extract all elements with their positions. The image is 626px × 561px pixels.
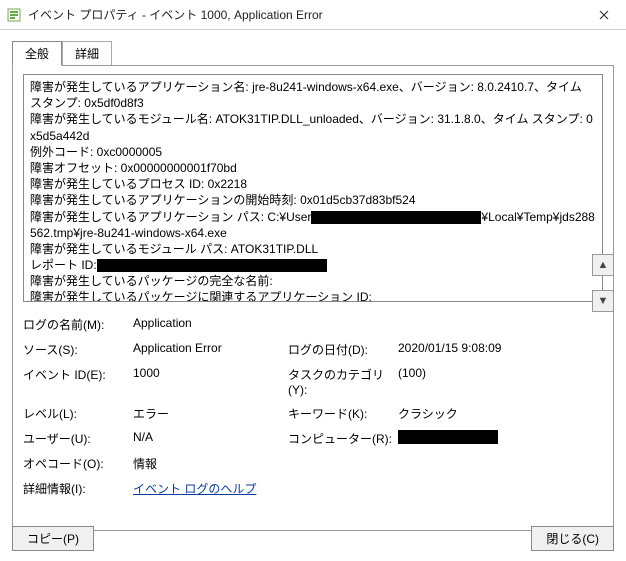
date-value: 2020/01/15 9:08:09	[398, 341, 548, 358]
taskcat-label: タスクのカテゴリ(Y):	[288, 366, 398, 397]
tab-general[interactable]: 全般	[12, 41, 62, 66]
desc-line: 障害オフセット: 0x00000000001f70bd	[30, 160, 596, 176]
level-value: エラー	[133, 405, 288, 422]
log-name-value: Application	[133, 316, 288, 333]
desc-line: 例外コード: 0xc0000005	[30, 144, 596, 160]
computer-label: コンピューター(R):	[288, 430, 398, 447]
nav-arrows: ▲ ▼	[592, 254, 614, 312]
desc-line: 障害が発生しているアプリケーション名: jre-8u241-windows-x6…	[30, 79, 596, 111]
desc-line: 障害が発生しているパッケージに関連するアプリケーション ID:	[30, 289, 596, 302]
user-value: N/A	[133, 430, 288, 447]
desc-line: 障害が発生しているアプリケーション パス: C:¥User¥Local¥Temp…	[30, 209, 596, 241]
desc-text: 障害が発生しているアプリケーション パス: C:¥User	[30, 210, 311, 224]
keywords-value: クラシック	[398, 405, 548, 422]
opcode-label: オペコード(O):	[23, 455, 133, 472]
source-label: ソース(S):	[23, 341, 133, 358]
properties-grid: ログの名前(M): Application ソース(S): Applicatio…	[23, 316, 603, 497]
arrow-down-icon: ▼	[598, 295, 609, 307]
event-description-box[interactable]: 障害が発生しているアプリケーション名: jre-8u241-windows-x6…	[23, 74, 603, 302]
copy-button[interactable]: コピー(P)	[12, 526, 94, 551]
app-icon	[6, 7, 22, 23]
eventid-label: イベント ID(E):	[23, 366, 133, 397]
close-button[interactable]: 閉じる(C)	[531, 526, 614, 551]
dialog-button-row: コピー(P) 閉じる(C)	[12, 526, 614, 551]
titlebar: イベント プロパティ - イベント 1000, Application Erro…	[0, 0, 626, 30]
next-event-button[interactable]: ▼	[592, 290, 614, 312]
date-label: ログの日付(D):	[288, 341, 398, 358]
log-name-label: ログの名前(M):	[23, 316, 133, 333]
eventlog-help-link[interactable]: イベント ログのヘルプ	[133, 480, 288, 497]
tab-details[interactable]: 詳細	[62, 41, 112, 66]
desc-line: 障害が発生しているモジュール パス: ATOK31TIP.DLL	[30, 241, 596, 257]
window-close-button[interactable]	[581, 0, 626, 30]
desc-line: 障害が発生しているパッケージの完全な名前:	[30, 273, 596, 289]
taskcat-value: (100)	[398, 366, 548, 397]
redacted-reportid	[97, 259, 327, 272]
opcode-value: 情報	[133, 455, 288, 472]
desc-line: 障害が発生しているモジュール名: ATOK31TIP.DLL_unloaded、…	[30, 111, 596, 143]
redacted-path	[311, 211, 481, 224]
redacted-computer	[398, 430, 498, 444]
tab-body: 障害が発生しているアプリケーション名: jre-8u241-windows-x6…	[12, 65, 614, 531]
eventid-value: 1000	[133, 366, 288, 397]
source-value: Application Error	[133, 341, 288, 358]
desc-text: レポート ID:	[30, 258, 97, 272]
moreinfo-label: 詳細情報(I):	[23, 480, 133, 497]
desc-line: 障害が発生しているアプリケーションの開始時刻: 0x01d5cb37d83bf5…	[30, 192, 596, 208]
user-label: ユーザー(U):	[23, 430, 133, 447]
prev-event-button[interactable]: ▲	[592, 254, 614, 276]
level-label: レベル(L):	[23, 405, 133, 422]
desc-line: レポート ID:	[30, 257, 596, 273]
tab-row: 全般 詳細	[0, 30, 626, 65]
arrow-up-icon: ▲	[598, 259, 609, 271]
window-title: イベント プロパティ - イベント 1000, Application Erro…	[28, 6, 581, 23]
computer-value	[398, 430, 548, 447]
desc-line: 障害が発生しているプロセス ID: 0x2218	[30, 176, 596, 192]
keywords-label: キーワード(K):	[288, 405, 398, 422]
